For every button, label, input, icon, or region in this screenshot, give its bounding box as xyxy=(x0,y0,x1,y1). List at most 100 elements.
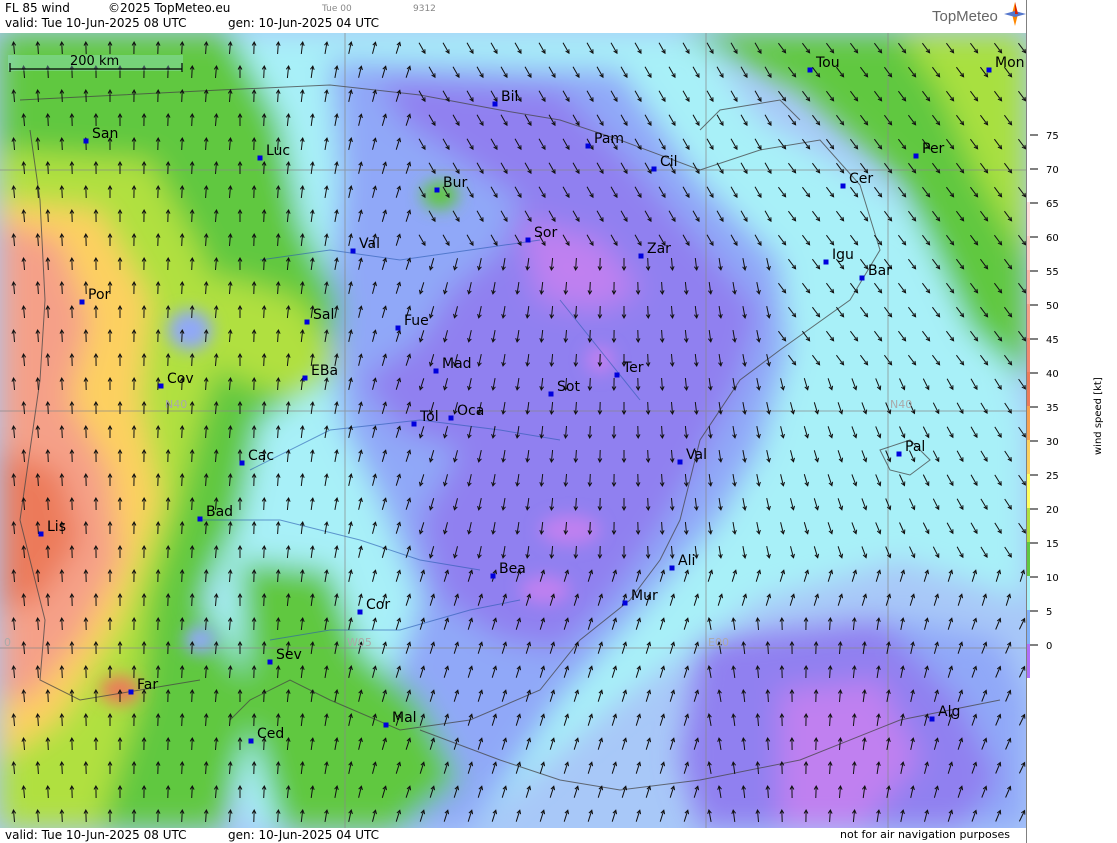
city-marker xyxy=(823,259,829,265)
city-marker xyxy=(448,415,454,421)
lon-label-w05: W05 xyxy=(347,636,372,649)
legend-color-bar xyxy=(1027,134,1030,678)
lat-label-right: N40 xyxy=(890,398,912,411)
legend-swatch xyxy=(1027,270,1030,304)
city-marker xyxy=(197,516,203,522)
city-label: Sal xyxy=(313,307,334,323)
legend-tick-label: 20 xyxy=(1046,505,1059,516)
city-label: Bur xyxy=(443,175,467,191)
legend-swatch xyxy=(1027,202,1030,236)
legend-tick-label: 50 xyxy=(1046,301,1059,312)
city-marker xyxy=(411,421,417,427)
city-marker xyxy=(257,155,263,161)
city-label: Luc xyxy=(266,143,290,159)
city-marker xyxy=(669,565,675,571)
city-label: Val xyxy=(686,447,707,463)
city-label: Zar xyxy=(647,241,671,257)
city-label: Oca xyxy=(457,403,484,419)
city-marker xyxy=(79,299,85,305)
city-label: Ali xyxy=(678,553,695,569)
city-marker xyxy=(128,689,134,695)
city-label: Tou xyxy=(815,55,840,71)
city-marker xyxy=(383,722,389,728)
city-label: Bad xyxy=(206,504,233,520)
city-label: Far xyxy=(137,677,158,693)
city-marker xyxy=(350,248,356,254)
city-label: Sot xyxy=(557,379,580,395)
city-label: EBa xyxy=(311,363,338,379)
city-label: Per xyxy=(922,141,945,157)
city-marker xyxy=(357,609,363,615)
lon-label-far-west: 0 xyxy=(4,636,11,649)
legend-tick-label: 40 xyxy=(1046,369,1059,380)
legend-swatch xyxy=(1027,338,1030,372)
wind-speed-legend: 757065605550454035302520151050 wind spee… xyxy=(1026,0,1104,843)
legend-tick-label: 25 xyxy=(1046,471,1059,482)
city-label: Bil xyxy=(501,89,518,105)
city-marker xyxy=(158,383,164,389)
legend-swatch xyxy=(1027,134,1030,168)
wind-speed-field xyxy=(0,33,1026,828)
city-marker xyxy=(859,275,865,281)
city-label: Mal xyxy=(392,710,417,726)
legend-tick-label: 75 xyxy=(1046,131,1059,142)
city-marker xyxy=(395,325,401,331)
city-marker xyxy=(525,237,531,243)
city-label: Cer xyxy=(849,171,873,187)
city-label: Fue xyxy=(404,313,429,329)
legend-tick-label: 35 xyxy=(1046,403,1059,414)
city-label: San xyxy=(92,126,118,142)
city-label: Bar xyxy=(868,263,892,279)
city-label: Lis xyxy=(47,519,66,535)
city-marker xyxy=(302,375,308,381)
city-marker xyxy=(585,143,591,149)
legend-tick-label: 30 xyxy=(1046,437,1059,448)
city-label: Bea xyxy=(499,561,526,577)
legend-swatch xyxy=(1027,576,1030,610)
city-label: Igu xyxy=(832,247,854,263)
city-label: Alg xyxy=(938,704,960,720)
city-label: Mur xyxy=(631,588,658,604)
city-label: Mad xyxy=(442,356,472,372)
city-label: Cac xyxy=(248,448,274,464)
city-label: Ced xyxy=(257,726,284,742)
city-marker xyxy=(548,391,554,397)
city-label: Mon xyxy=(995,55,1025,71)
city-marker xyxy=(840,183,846,189)
footer-generation-time: gen: 10-Jun-2025 04 UTC xyxy=(228,828,380,842)
legend-tick-label: 45 xyxy=(1046,335,1059,346)
legend-swatch xyxy=(1027,440,1030,474)
legend-tick-label: 0 xyxy=(1046,641,1052,652)
legend-tick-label: 10 xyxy=(1046,573,1059,584)
city-marker xyxy=(304,319,310,325)
legend-tick-label: 70 xyxy=(1046,165,1059,176)
city-label: Tol xyxy=(419,409,439,425)
legend-tick-label: 60 xyxy=(1046,233,1059,244)
city-label: Ter xyxy=(622,360,644,376)
legend-swatch xyxy=(1027,304,1030,338)
city-label: Cor xyxy=(366,597,390,613)
footer-disclaimer: not for air navigation purposes xyxy=(840,828,1010,841)
legend-swatch xyxy=(1027,372,1030,406)
city-marker xyxy=(807,67,813,73)
legend-tick-label: 5 xyxy=(1046,607,1052,618)
city-marker xyxy=(986,67,992,73)
city-marker xyxy=(677,459,683,465)
city-marker xyxy=(651,166,657,172)
legend-tick-label: 65 xyxy=(1046,199,1059,210)
legend-swatch xyxy=(1027,474,1030,508)
city-marker xyxy=(929,716,935,722)
city-marker xyxy=(638,253,644,259)
city-label: Sev xyxy=(276,647,302,663)
legend-tick-label: 15 xyxy=(1046,539,1059,550)
city-marker xyxy=(267,659,273,665)
city-marker xyxy=(38,531,44,537)
city-label: Por xyxy=(88,287,111,303)
city-marker xyxy=(913,153,919,159)
city-label: Val xyxy=(359,236,380,252)
scale-bar: 200 km xyxy=(8,54,183,72)
city-label: Sor xyxy=(534,225,557,241)
legend-swatch xyxy=(1027,168,1030,202)
city-marker xyxy=(83,138,89,144)
city-label: Pal xyxy=(905,439,925,455)
